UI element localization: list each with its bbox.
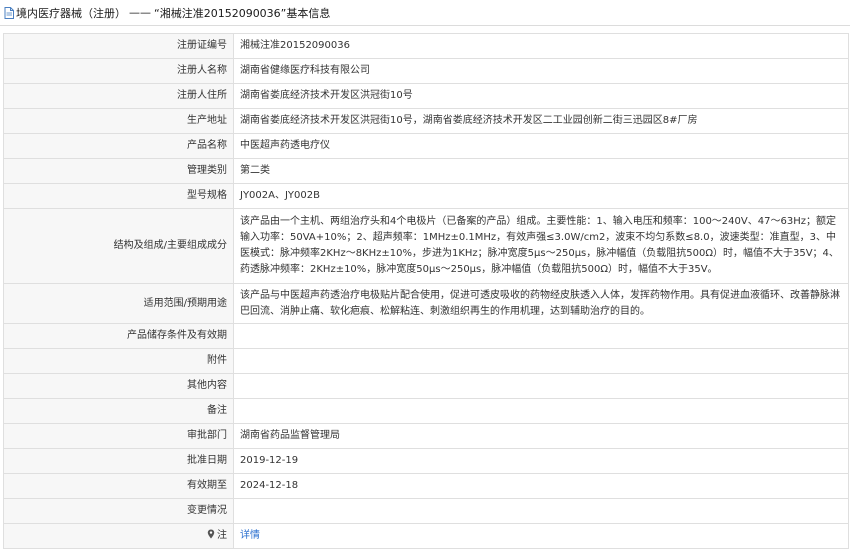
table-row: 注册人住所 湖南省娄底经济技术开发区洪冠街10号 <box>3 83 849 109</box>
row-value: 第二类 <box>233 158 849 184</box>
table-row: 注册证编号 湘械注准20152090036 <box>3 33 849 59</box>
details-link[interactable]: 详情 <box>240 530 260 541</box>
row-value: 湖南省娄底经济技术开发区洪冠街10号，湖南省娄底经济技术开发区二工业园创新二街三… <box>233 108 849 134</box>
table-row: 结构及组成/主要组成成分 该产品由一个主机、两组治疗头和4个电极片（已备案的产品… <box>3 208 849 284</box>
row-value <box>233 323 849 349</box>
row-label: 产品名称 <box>3 133 234 159</box>
row-value: 湘械注准20152090036 <box>233 33 849 59</box>
row-value: 湖南省药品监督管理局 <box>233 423 849 449</box>
row-label: 变更情况 <box>3 498 234 524</box>
row-label: 型号规格 <box>3 183 234 209</box>
location-pin-icon <box>207 529 215 539</box>
table-row: 管理类别 第二类 <box>3 158 849 184</box>
row-label: 产品储存条件及有效期 <box>3 323 234 349</box>
row-label: 注册人住所 <box>3 83 234 109</box>
note-value-cell: 详情 <box>233 523 849 549</box>
row-label: 备注 <box>3 398 234 424</box>
row-label: 附件 <box>3 348 234 374</box>
title-suffix: 基本信息 <box>286 6 331 20</box>
table-row: 批准日期 2019-12-19 <box>3 448 849 474</box>
page-title: 境内医疗器械（注册） —— “湘械注准20152090036” 基本信息 <box>0 0 850 26</box>
row-label: 适用范围/预期用途 <box>3 283 234 324</box>
table-row-note: 注 详情 <box>3 523 849 549</box>
row-label: 其他内容 <box>3 373 234 399</box>
row-label: 结构及组成/主要组成成分 <box>3 208 234 284</box>
document-icon <box>4 6 14 19</box>
row-value <box>233 348 849 374</box>
table-row: 其他内容 <box>3 373 849 399</box>
detail-table: 注册证编号 湘械注准20152090036 注册人名称 湖南省健缘医疗科技有限公… <box>3 33 849 549</box>
row-label: 批准日期 <box>3 448 234 474</box>
table-row: 有效期至 2024-12-18 <box>3 473 849 499</box>
row-value <box>233 498 849 524</box>
table-row: 附件 <box>3 348 849 374</box>
table-row: 产品储存条件及有效期 <box>3 323 849 349</box>
table-row: 生产地址 湖南省娄底经济技术开发区洪冠街10号，湖南省娄底经济技术开发区二工业园… <box>3 108 849 134</box>
row-value <box>233 373 849 399</box>
row-label: 注册人名称 <box>3 58 234 84</box>
row-label: 生产地址 <box>3 108 234 134</box>
row-value: 湖南省娄底经济技术开发区洪冠街10号 <box>233 83 849 109</box>
table-row: 审批部门 湖南省药品监督管理局 <box>3 423 849 449</box>
table-row: 变更情况 <box>3 498 849 524</box>
row-value: 该产品与中医超声药透治疗电极贴片配合使用，促进可透皮吸收的药物经皮肤透入人体，发… <box>233 283 849 324</box>
row-value: 中医超声药透电疗仪 <box>233 133 849 159</box>
row-value: 2019-12-19 <box>233 448 849 474</box>
table-row: 型号规格 JY002A、JY002B <box>3 183 849 209</box>
note-label-cell: 注 <box>3 523 234 549</box>
table-row: 备注 <box>3 398 849 424</box>
row-value: 该产品由一个主机、两组治疗头和4个电极片（已备案的产品）组成。主要性能：1、输入… <box>233 208 849 284</box>
row-label: 注册证编号 <box>3 33 234 59</box>
table-row: 适用范围/预期用途 该产品与中医超声药透治疗电极贴片配合使用，促进可透皮吸收的药… <box>3 283 849 324</box>
title-category: 境内医疗器械（注册） <box>16 6 126 20</box>
row-value: 2024-12-18 <box>233 473 849 499</box>
row-label: 管理类别 <box>3 158 234 184</box>
row-value: 湖南省健缘医疗科技有限公司 <box>233 58 849 84</box>
note-label: 注 <box>217 530 227 541</box>
row-value: JY002A、JY002B <box>233 183 849 209</box>
row-value <box>233 398 849 424</box>
title-subject: “湘械注准20152090036” <box>154 6 287 20</box>
row-label: 有效期至 <box>3 473 234 499</box>
row-label: 审批部门 <box>3 423 234 449</box>
title-separator: —— <box>129 6 151 19</box>
table-row: 产品名称 中医超声药透电疗仪 <box>3 133 849 159</box>
table-row: 注册人名称 湖南省健缘医疗科技有限公司 <box>3 58 849 84</box>
